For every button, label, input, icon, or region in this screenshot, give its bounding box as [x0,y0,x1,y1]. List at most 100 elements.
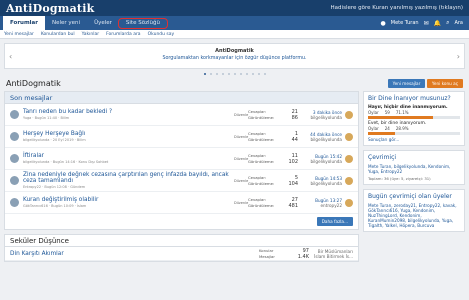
poll-results-link[interactable]: Sonuçları gör... [368,137,460,142]
subnav-new-posts[interactable]: Yeni mesajlar [4,32,34,37]
online-list[interactable]: Mete Turan, bilgelikyolunda, Kendonim, Y… [368,164,460,174]
forum-stats: Konular 97 Mesajlar 1.4K [259,247,309,260]
new-topic-button[interactable]: Yeni konu aç [426,79,463,88]
forum-last[interactable]: Bir Müslümanları İslam Bitirmek İs... [309,249,353,259]
thread-stats: Cevaplar: 1 Görüntüleme: 44 [248,130,298,143]
last-poster-avatar[interactable] [345,176,353,185]
last-post[interactable]: Bugün 14:53 bilgelikyolunda [298,176,342,186]
chevron-right-icon[interactable]: › [457,52,460,61]
carousel-dot[interactable] [221,73,224,75]
tab-whats-new[interactable]: Neler yeni [45,16,87,30]
thread-title[interactable]: Tanrı neden bu kadar bekledi ? [23,109,234,115]
edit-link[interactable]: Düzenle [234,113,248,117]
today-block: Bugün çevrimiçi olan üyeler Mete Turan, … [363,189,465,232]
nav-right: ● Mete Turan ✉ 🔔 ⌕ Ara [381,19,469,27]
last-poster-avatar[interactable] [345,132,353,141]
thread-row[interactable]: İftiralar bilgelikyolunda · Bugün 14:16 ·… [5,148,358,170]
last-post[interactable]: Bugün 13:27 entropy22 [298,198,342,208]
notice-title: AntiDogmatik [215,48,254,54]
edit-link[interactable]: Düzenle [234,201,248,205]
avatar[interactable] [10,110,19,119]
thread-stats: Cevaplar: 27 Görüntüleme: 481 [248,196,298,209]
edit-link[interactable]: Düzenle [234,135,248,139]
poll-option: Evet, bir dine inanıyorum. Oylar 24 28.9% [368,121,460,135]
carousel-dot[interactable] [251,73,254,75]
tab-members[interactable]: Üyeler [87,16,119,30]
avatar[interactable] [10,198,19,207]
last-poster-avatar[interactable] [345,198,353,207]
header-tagline[interactable]: Hadislere göre Kuran yanılmış yazılmış (… [331,5,463,11]
online-count: Toplam: 36 (üye: 5, ziyaretçi: 31) [368,176,431,181]
site-header: AntiDogmatik Hadislere göre Kuran yanılm… [0,0,469,16]
bell-icon[interactable]: 🔔 [434,20,441,27]
last-post[interactable]: 3 dakika önce bilgelikyolunda [298,110,342,120]
subnav-mark-read[interactable]: Okundu say [148,32,175,37]
carousel-dot[interactable] [203,73,206,75]
last-post[interactable]: 44 dakika önce bilgelikyolunda [298,132,342,142]
last-poster-avatar[interactable] [345,154,353,163]
thread-meta: bilgelikyolunda · 20 Eyl 2019 · Bilim [23,138,86,142]
tab-site-dictionary[interactable]: Site Sözlüğü [117,17,168,29]
avatar[interactable] [10,154,19,163]
user-menu[interactable]: Mete Turan [391,20,419,26]
thread-meta: GökTanrıcı616 · Bugün 10:09 · İslam [23,204,87,208]
secular-heading[interactable]: Seküler Düşünce [5,235,358,247]
carousel-dot[interactable] [215,73,218,75]
thread-row[interactable]: Kuran değiştirilmiş olabilir GökTanrıcı61… [5,192,358,214]
title-bar: AntiDogmatik Yeni mesajlar Yeni konu aç [0,75,469,88]
thread-meta: Entropy22 · Bugün 12:08 · Gündem [23,185,86,189]
page-title: AntiDogmatik [6,79,61,88]
last-post[interactable]: Bugün 15:42 bilgelikyolunda [298,154,342,164]
thread-title[interactable]: Herşey Herşeye Bağlı [23,131,234,137]
edit-link[interactable]: Düzenle [234,179,248,183]
site-logo[interactable]: AntiDogmatik [6,2,94,15]
online-title[interactable]: Çevrimiçi [368,154,460,161]
carousel-dot[interactable] [233,73,236,75]
tab-forums[interactable]: Forumlar [3,16,45,30]
views-count: 481 [288,202,298,209]
carousel-dot[interactable] [263,73,266,75]
more-button[interactable]: Daha fazla... [316,217,353,226]
forum-row[interactable]: Din Karşıtı Akımlar Konular 97 Mesajlar 1.4… [5,247,358,261]
thread-title[interactable]: İftiralar [23,153,234,159]
main-nav: Forumlar Neler yeni Üyeler Site Sözlüğü … [0,16,469,30]
forum-title[interactable]: Din Karşıtı Akımlar [10,251,259,257]
last-poster-avatar[interactable] [345,110,353,119]
secular-block: Seküler Düşünce Din Karşıtı Akımlar Konu… [4,234,359,262]
today-list[interactable]: Mete Turan, zeroday21, Entropy22, kavak,… [368,203,460,228]
thread-meta: Yuga · Bugün 11:40 · Bilim [23,116,70,120]
carousel-dot[interactable] [209,73,212,75]
thread-title[interactable]: Zina nedeniyle değnek cezasına çarptırıl… [23,172,234,184]
poll-bar [368,132,460,135]
thread-row[interactable]: Tanrı neden bu kadar bekledi ? Yuga · Bug… [5,104,358,126]
poll-title[interactable]: Bir Dine İnanıyor musunuz? [368,95,460,102]
online-block: Çevrimiçi Mete Turan, bilgelikyolunda, K… [363,150,465,185]
today-title[interactable]: Bugün çevrimiçi olan üyeler [368,193,460,200]
subnav-search-forums[interactable]: Forumlarda ara [106,32,140,37]
thread-title[interactable]: Kuran değiştirilmiş olabilir [23,197,234,203]
more-row: Daha fazla... [5,214,358,229]
search-link[interactable]: Ara [454,20,463,26]
main-content: Son mesajlar Tanrı neden bu kadar bekled… [0,88,469,266]
poll-fill-1 [368,116,434,119]
subnav-find-threads[interactable]: Konulardan bul [41,32,75,37]
subnav-watched[interactable]: Yakınlar [82,32,99,37]
views-count: 104 [288,180,298,187]
carousel-dot[interactable] [239,73,242,75]
thread-stats: Cevaplar: 11 Görüntüleme: 102 [248,152,298,165]
carousel-dot[interactable] [227,73,230,75]
avatar[interactable] [10,176,19,185]
edit-link[interactable]: Düzenle [234,157,248,161]
latest-posts-block: Son mesajlar Tanrı neden bu kadar bekled… [4,91,359,230]
new-posts-button[interactable]: Yeni mesajlar [387,79,426,88]
latest-posts-heading[interactable]: Son mesajlar [5,92,358,104]
carousel-dot[interactable] [245,73,248,75]
thread-row[interactable]: Zina nedeniyle değnek cezasına çarptırıl… [5,170,358,192]
mail-icon[interactable]: ✉ [424,20,429,27]
chevron-left-icon[interactable]: ‹ [9,52,12,61]
carousel-dot[interactable] [257,73,260,75]
avatar[interactable] [10,132,19,141]
thread-stats: Cevaplar: 21 Görüntüleme: 86 [248,108,298,121]
thread-row[interactable]: Herşey Herşeye Bağlı bilgelikyolunda · 20… [5,126,358,148]
search-icon[interactable]: ⌕ [446,19,449,27]
